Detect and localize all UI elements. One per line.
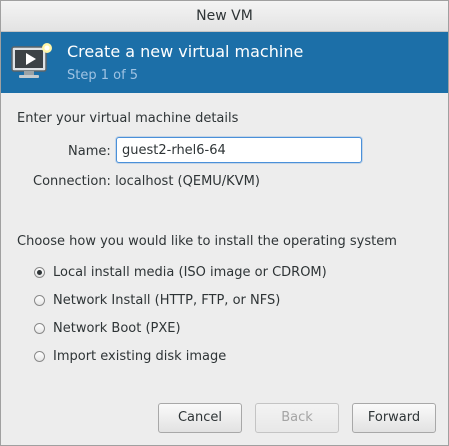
radio-network-boot[interactable]: Network Boot (PXE) (34, 319, 181, 337)
cancel-button[interactable]: Cancel (158, 403, 242, 433)
wizard-banner: Create a new virtual machine Step 1 of 5 (1, 32, 448, 93)
radio-label: Network Boot (PXE) (53, 320, 181, 336)
connection-label: Connection: localhost (QEMU/KVM) (33, 174, 260, 189)
radio-button[interactable] (34, 294, 45, 306)
new-vm-dialog: New VM Create a new virtual machine Step… (0, 0, 449, 446)
name-label: Name: (68, 144, 111, 159)
install-method-heading: Choose how you would like to install the… (17, 234, 397, 249)
back-button[interactable]: Back (255, 403, 339, 433)
monitor-play-icon (9, 41, 57, 85)
window-title: New VM (1, 1, 448, 32)
wizard-title: Create a new virtual machine (67, 42, 304, 61)
radio-local-install-media[interactable]: Local install media (ISO image or CDROM) (34, 263, 327, 281)
radio-button[interactable] (34, 350, 45, 362)
radio-button-checked[interactable] (34, 266, 45, 278)
radio-label: Import existing disk image (53, 348, 227, 364)
radio-label: Local install media (ISO image or CDROM) (53, 264, 327, 280)
radio-button[interactable] (34, 322, 45, 334)
radio-import-disk-image[interactable]: Import existing disk image (34, 347, 226, 365)
radio-label: Network Install (HTTP, FTP, or NFS) (53, 292, 281, 308)
radio-network-install[interactable]: Network Install (HTTP, FTP, or NFS) (34, 291, 280, 309)
forward-button[interactable]: Forward (352, 403, 436, 433)
details-heading: Enter your virtual machine details (17, 111, 239, 126)
wizard-step-indicator: Step 1 of 5 (67, 68, 139, 83)
vm-name-input[interactable] (116, 137, 362, 163)
